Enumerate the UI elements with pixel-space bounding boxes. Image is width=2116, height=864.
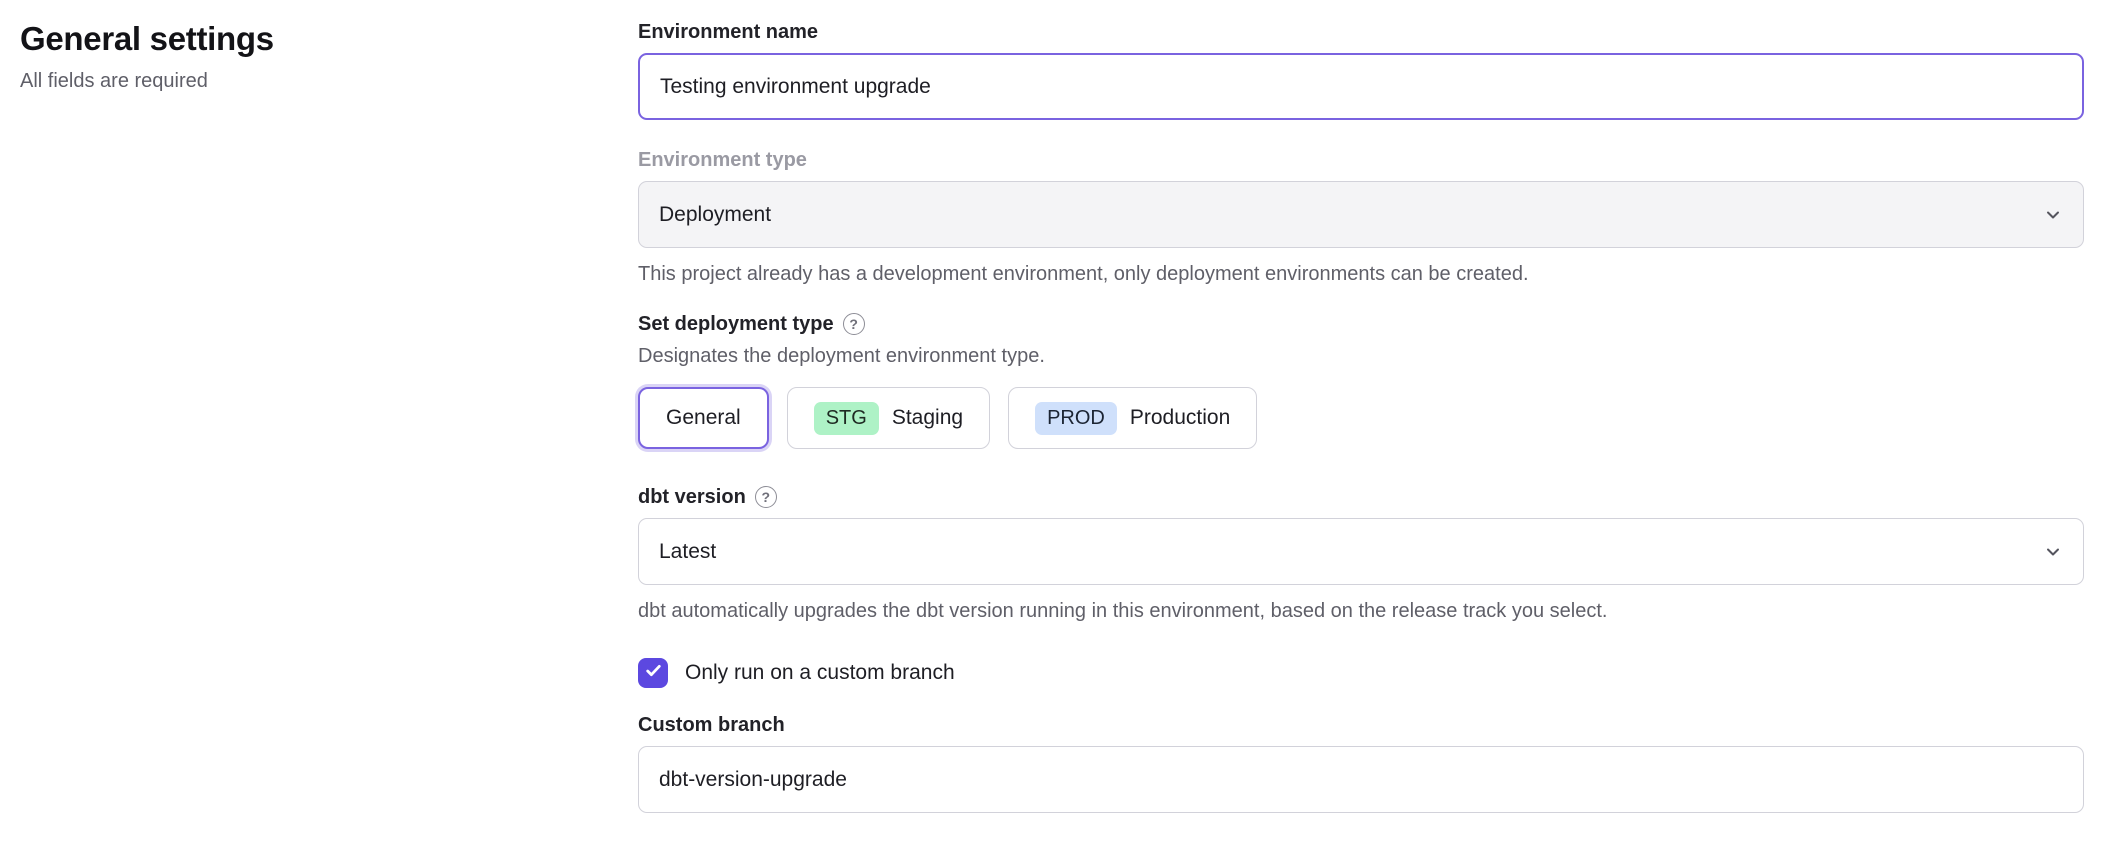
- environment-name-input[interactable]: [638, 53, 2084, 120]
- page-title: General settings: [20, 20, 638, 58]
- dbt-version-select[interactable]: Latest: [638, 518, 2084, 585]
- dbt-version-helper: dbt automatically upgrades the dbt versi…: [638, 600, 2084, 623]
- environment-type-field: Environment type Deployment This project…: [638, 148, 2084, 286]
- check-icon: [644, 661, 663, 685]
- environment-type-select[interactable]: Deployment: [638, 181, 2084, 248]
- custom-branch-label: Custom branch: [638, 713, 2084, 737]
- deployment-type-option-general[interactable]: General: [638, 387, 769, 449]
- deployment-type-description: Designates the deployment environment ty…: [638, 345, 2084, 368]
- settings-page: General settings All fields are required…: [0, 0, 2116, 813]
- option-staging-label: Staging: [892, 406, 963, 430]
- deployment-type-option-staging[interactable]: STG Staging: [787, 387, 990, 449]
- dbt-version-field: dbt version ? Latest dbt automatically u…: [638, 485, 2084, 623]
- dbt-version-help-icon[interactable]: ?: [755, 486, 777, 508]
- custom-branch-input[interactable]: [638, 746, 2084, 813]
- custom-branch-toggle-row: Only run on a custom branch: [638, 657, 2084, 689]
- deployment-type-option-production[interactable]: PROD Production: [1008, 387, 1257, 449]
- deployment-type-options: General STG Staging PROD Production: [638, 387, 2084, 449]
- environment-name-label: Environment name: [638, 20, 2084, 44]
- option-production-label: Production: [1130, 406, 1230, 430]
- custom-branch-checkbox[interactable]: [638, 658, 668, 688]
- environment-type-helper: This project already has a development e…: [638, 263, 2084, 286]
- custom-branch-checkbox-label: Only run on a custom branch: [685, 661, 955, 685]
- page-subtitle: All fields are required: [20, 70, 638, 93]
- staging-badge: STG: [814, 402, 879, 435]
- environment-type-value: Deployment: [659, 203, 771, 227]
- chevron-down-icon: [2043, 205, 2063, 225]
- deployment-type-field: Set deployment type ? Designates the dep…: [638, 312, 2084, 449]
- option-general-label: General: [666, 406, 741, 430]
- dbt-version-value: Latest: [659, 540, 716, 564]
- dbt-version-label: dbt version: [638, 486, 746, 509]
- chevron-down-icon: [2043, 542, 2063, 562]
- production-badge: PROD: [1035, 402, 1117, 435]
- environment-type-label: Environment type: [638, 148, 2084, 172]
- settings-form: Environment name Environment type Deploy…: [638, 20, 2084, 813]
- settings-header: General settings All fields are required: [20, 20, 638, 813]
- custom-branch-field: Custom branch: [638, 713, 2084, 813]
- deployment-type-help-icon[interactable]: ?: [843, 313, 865, 335]
- deployment-type-label: Set deployment type: [638, 313, 834, 336]
- environment-name-field: Environment name: [638, 20, 2084, 120]
